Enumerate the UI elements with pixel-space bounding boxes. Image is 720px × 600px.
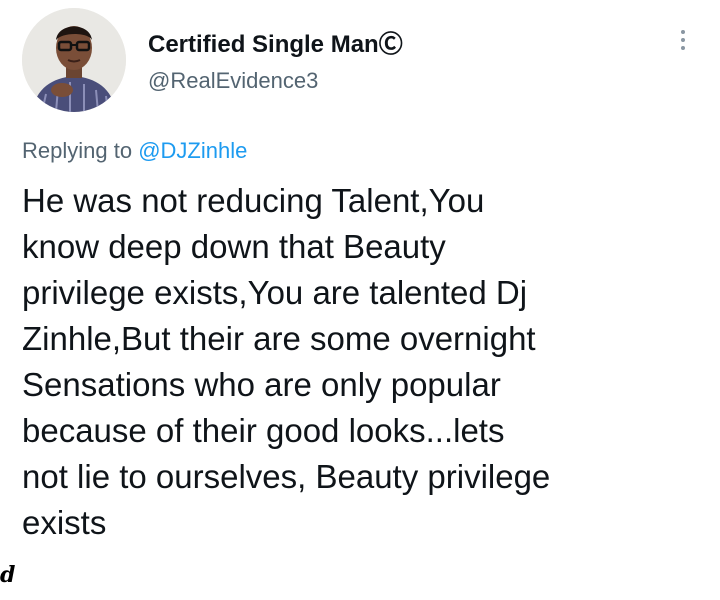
- author-display-name[interactable]: Certified Single ManⒸ: [148, 24, 403, 59]
- tweet-text-line: because of their good looks...lets: [22, 412, 505, 449]
- author-handle[interactable]: @RealEvidence3: [148, 68, 318, 94]
- tweet-text-line: exists: [22, 504, 107, 541]
- tweet-text-line: He was not reducing Talent,You: [22, 182, 485, 219]
- tweet-text: He was not reducing Talent,You know deep…: [22, 178, 702, 546]
- dot-icon: [681, 30, 685, 34]
- tweet-text-line: Zinhle,But their are some overnight: [22, 320, 536, 357]
- tweet-text-line: privilege exists,You are talented Dj: [22, 274, 528, 311]
- more-vertical-icon[interactable]: [670, 22, 696, 58]
- dot-icon: [681, 38, 685, 42]
- replying-to: Replying to @DJZinhle: [22, 138, 247, 164]
- edge-watermark-letter: d: [0, 562, 16, 588]
- reply-mention-link[interactable]: @DJZinhle: [138, 138, 247, 163]
- dot-icon: [681, 46, 685, 50]
- tweet-card: Certified Single ManⒸ @RealEvidence3 Rep…: [0, 0, 720, 600]
- profile-photo-icon: [22, 8, 126, 112]
- tweet-text-line: Sensations who are only popular: [22, 366, 501, 403]
- author-avatar[interactable]: [22, 8, 126, 112]
- tweet-text-line: know deep down that Beauty: [22, 228, 446, 265]
- replying-to-prefix: Replying to: [22, 138, 139, 163]
- tweet-text-line: not lie to ourselves, Beauty privilege: [22, 458, 551, 495]
